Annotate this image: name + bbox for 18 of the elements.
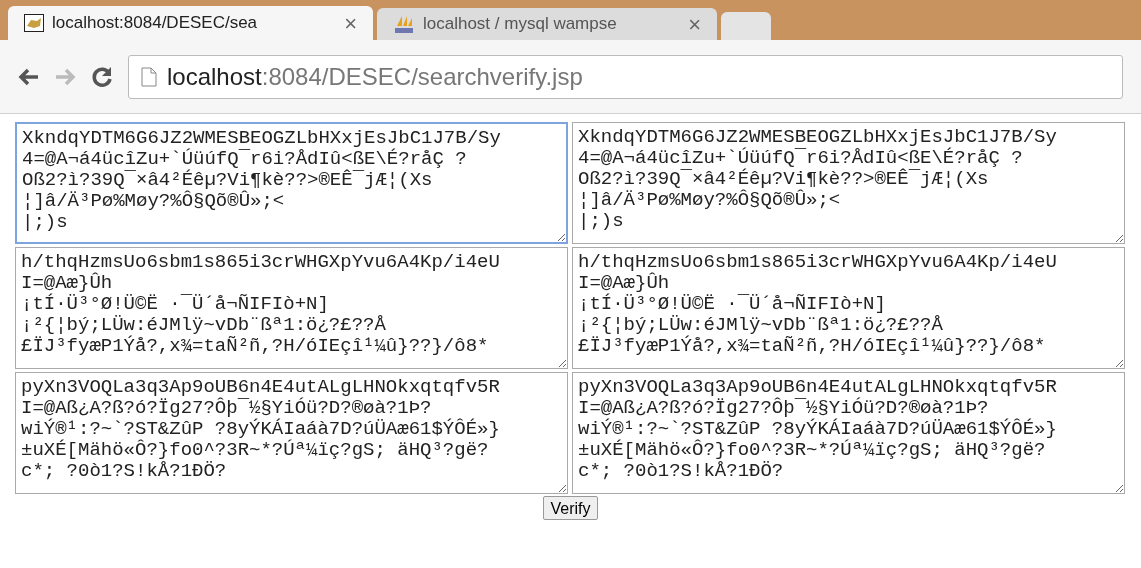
close-icon[interactable]: ×	[344, 6, 357, 40]
text-area[interactable]: XkndqYDTM6G6JZ2WMESBEOGZLbHXxjEsJbC1J7B/Sy 4=@A¬á4ücîZu+`ÚüúfQ¯r6i?ÅdIû<ßE\É?råÇ ? Oß2?ì?39Q¯×â4²Éêµ?Vi¶kè??>®EÊ¯jÆ¦(Xs ¦]â/Ä³Pø%Møy?%Ô§Qõ®Û»;< |;)s	[572, 122, 1125, 244]
text-area[interactable]: pyXn3VOQLa3q3Ap9oUB6n4E4utALgLHNOkxqtqfv5R I=@Aß¿A?ß?ó?Ïg27?Ôþ¯½§YiÓü?D?®øà?1Þ? wiÝ®¹:?~`?ST&ZûP ?8yÝKÁIaáà7D?úÜAæ61$ÝÔÉ»} ±uXÉ[Mähö«Ô?}fo0^?3R~*?Úª¼ïç?gS; äHQ³?gë? c*; ?0ò1?S!kÅ?1ÐÖ?	[15, 372, 568, 494]
text-area[interactable]: h/thqHzmsUo6sbm1s865i3crWHGXpYvu6A4Kp/i4eU I=@Aæ}Ûh ¡tÍ·Ü³°Ø!Ü©Ë ·¯Ü´å¬ÑIFIò+N] ¡²{¦bý;LÜw:éJMlÿ~vDb¨ßª1:ö¿?£??Å £ÏJ³fyæP1Ýå?,x¾=taÑ²ñ,?H/óIEçî¹¼û}??}/ô8*	[572, 247, 1125, 369]
verify-button[interactable]: Verify	[543, 496, 598, 520]
reload-icon[interactable]	[90, 64, 114, 89]
tab-title: localhost / mysql wampse	[423, 13, 618, 36]
close-icon[interactable]: ×	[688, 7, 701, 41]
address-bar[interactable]: localhost:8084/DESEC/searchverify.jsp	[128, 54, 1123, 99]
text-area[interactable]: h/thqHzmsUo6sbm1s865i3crWHGXpYvu6A4Kp/i4eU I=@Aæ}Ûh ¡tÍ·Ü³°Ø!Ü©Ë ·¯Ü´å¬ÑIFIò+N] ¡²{¦bý;LÜw:éJMlÿ~vDb¨ßª1:ö¿?£??Å £ÏJ³fyæP1Ýå?,x¾=taÑ²ñ,?H/óIEçî¹¼û}??}/ô8*	[15, 247, 568, 369]
text-area[interactable]: pyXn3VOQLa3q3Ap9oUB6n4E4utALgLHNOkxqtqfv5R I=@Aß¿A?ß?ó?Ïg27?Ôþ¯½§YiÓü?D?®øà?1Þ? wiÝ®¹:?~`?ST&ZûP ?8yÝKÁIaáà7D?úÜAæ61$ÝÔÉ»} ±uXÉ[Mähö«Ô?}fo0^?3R~*?Úª¼ïç?gS; äHQ³?gë? c*; ?0ò1?S!kÅ?1ÐÖ?	[572, 372, 1125, 494]
browser-tab[interactable]: localhost:8084/DESEC/sea ×	[8, 6, 373, 40]
text-area[interactable]: XkndqYDTM6G6JZ2WMESBEOGZLbHXxjEsJbC1J7B/Sy 4=@A¬á4ücîZu+`ÚüúfQ¯r6i?ÅdIû<ßE\É?råÇ ? Oß2?ì?39Q¯×â4²Éêµ?Vi¶kè??>®EÊ¯jÆ¦(Xs ¦]â/Ä³Pø%Møy?%Ô§Qõ®Û»;< |;)s	[15, 122, 568, 244]
sail-logo-icon	[393, 14, 415, 34]
browser-tab[interactable]: localhost / mysql wampse ×	[377, 8, 717, 40]
back-arrow-icon[interactable]	[18, 66, 40, 87]
tab-title: localhost:8084/DESEC/sea	[52, 12, 259, 35]
page-icon	[141, 66, 157, 87]
